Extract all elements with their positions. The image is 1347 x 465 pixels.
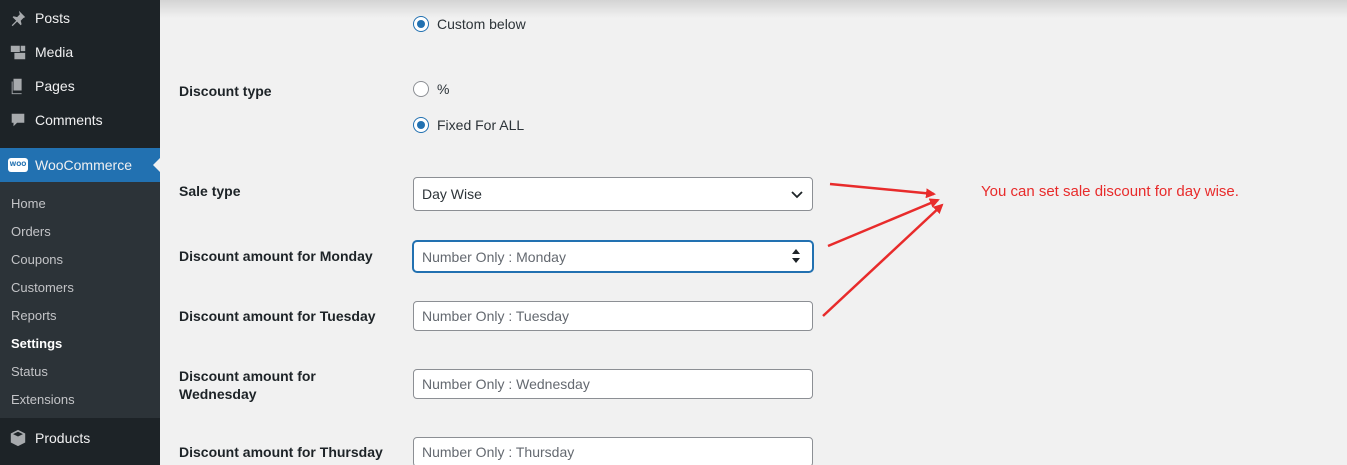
- annotation-text: You can set sale discount for day wise.: [981, 183, 1239, 200]
- arrow-to-tuesday: [822, 203, 944, 317]
- arrow-to-sale-type: [829, 182, 936, 199]
- annotation-arrows: [822, 182, 944, 317]
